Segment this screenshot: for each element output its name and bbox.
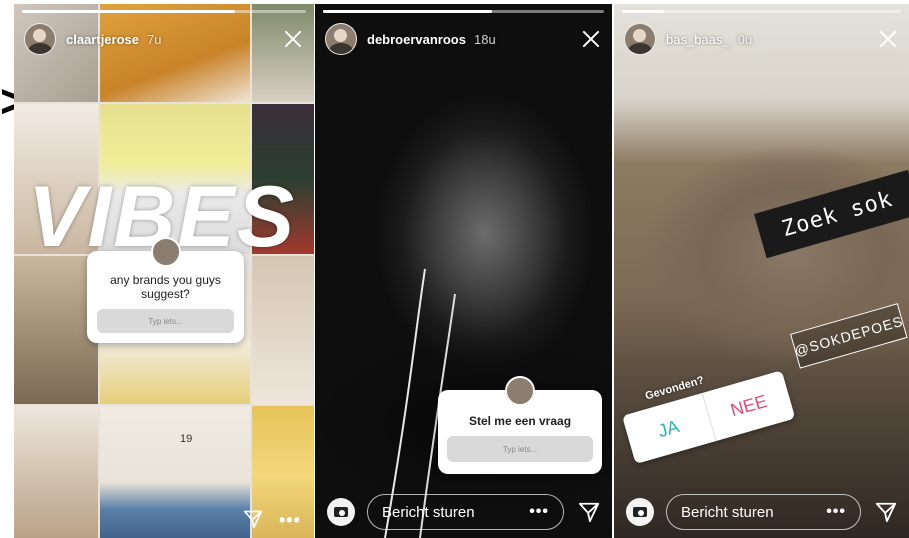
collage-photo	[252, 256, 314, 404]
close-icon[interactable]	[282, 28, 304, 50]
story-progress	[22, 10, 306, 13]
avatar[interactable]	[325, 23, 357, 55]
camera-icon[interactable]	[327, 498, 355, 526]
post-time: 7u	[147, 31, 162, 47]
question-sticker[interactable]: any brands you guys suggest? Typ iets...	[87, 237, 244, 343]
story-progress	[323, 10, 604, 13]
story-progress	[622, 10, 901, 13]
more-icon[interactable]: •••	[826, 503, 846, 521]
story-claartjerose[interactable]: claartjerose 7u VIBES any brands you guy…	[14, 4, 314, 538]
question-input[interactable]: Typ iets...	[97, 309, 234, 333]
message-input[interactable]: Bericht sturen •••	[666, 494, 861, 530]
message-placeholder: Bericht sturen	[382, 503, 475, 521]
more-icon[interactable]: •••	[279, 510, 301, 531]
send-icon[interactable]	[578, 501, 600, 523]
message-input[interactable]: Bericht sturen •••	[367, 494, 564, 530]
post-time: 0u	[737, 31, 753, 47]
close-icon[interactable]	[877, 28, 899, 50]
story-bas-baas[interactable]: bas_baas_ 0u Zoek sok @SOKDEPOES Gevonde…	[614, 4, 909, 538]
message-bar: Bericht sturen •••	[327, 493, 600, 531]
story-header: debroervanroos 18u	[325, 22, 602, 56]
story-progress-fill	[323, 10, 492, 13]
username[interactable]: claartjerose	[66, 32, 139, 47]
story-progress-fill	[622, 10, 664, 13]
collage-photo	[100, 406, 250, 538]
username[interactable]: bas_baas_	[666, 32, 730, 47]
poll-option-yes-label: JA	[655, 415, 682, 441]
question-avatar	[150, 237, 181, 267]
message-placeholder: Bericht sturen	[681, 503, 774, 521]
question-sticker[interactable]: Stel me een vraag Typ iets...	[438, 376, 602, 474]
send-icon[interactable]	[875, 501, 897, 523]
avatar[interactable]	[624, 23, 656, 55]
story-debroervanroos[interactable]: debroervanroos 18u Stel me een vraag Typ…	[315, 4, 612, 538]
story-header: bas_baas_ 0u	[624, 22, 899, 56]
more-icon[interactable]: •••	[529, 503, 549, 521]
close-icon[interactable]	[580, 28, 602, 50]
page-number: 19	[180, 433, 193, 445]
poll-option-no-label: NEE	[728, 390, 770, 420]
send-icon[interactable]	[243, 509, 263, 529]
post-time: 18u	[473, 31, 496, 47]
username[interactable]: debroervanroos	[367, 32, 466, 47]
story-progress-fill	[22, 10, 235, 13]
story-header: claartjerose 7u	[24, 22, 304, 56]
sofa-shape	[614, 4, 909, 538]
avatar[interactable]	[24, 23, 56, 55]
question-avatar	[505, 376, 535, 406]
question-input[interactable]: Typ iets...	[447, 436, 593, 462]
collage-photo	[14, 406, 98, 538]
collage-photo	[14, 256, 98, 404]
camera-icon[interactable]	[626, 498, 654, 526]
message-bar: Bericht sturen •••	[626, 493, 897, 531]
